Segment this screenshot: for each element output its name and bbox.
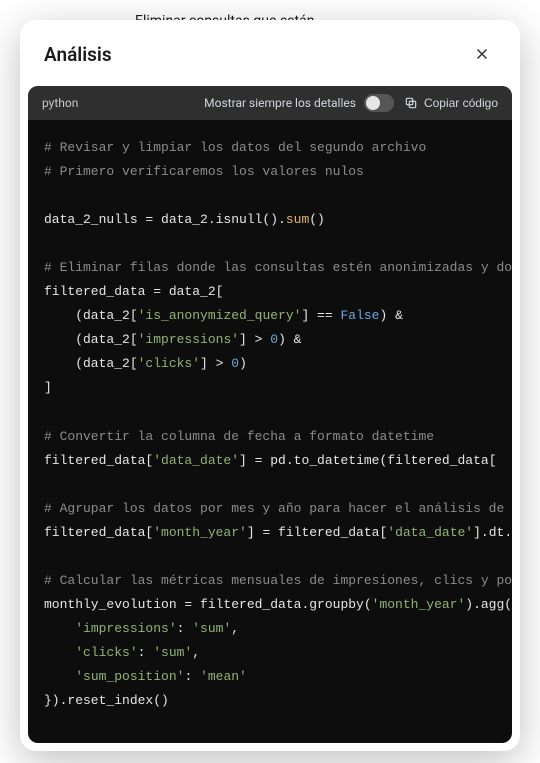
code-string: 'sum': [153, 645, 192, 660]
code-line: ] = pd.to_datetime(filtered_data[: [239, 453, 496, 468]
modal-header: Análisis: [20, 20, 520, 86]
code-const: False: [340, 308, 379, 323]
copy-label: Copiar código: [424, 96, 498, 110]
code-line: ,: [231, 621, 239, 636]
code-line: ) &: [379, 308, 402, 323]
code-line: ]: [44, 380, 52, 395]
code-line: ] >: [239, 332, 270, 347]
code-line: filtered_data[: [44, 525, 153, 540]
code-line: ] >: [200, 356, 231, 371]
code-line: [44, 669, 75, 684]
code-line: [44, 621, 75, 636]
code-string: 'impressions': [75, 621, 176, 636]
code-string: 'data_date': [387, 525, 473, 540]
copy-code-button[interactable]: Copiar código: [404, 96, 498, 110]
code-line: ) &: [278, 332, 301, 347]
code-comment: # Eliminar filas donde las consultas est…: [44, 260, 512, 275]
details-toggle-group: Mostrar siempre los detalles: [204, 94, 394, 112]
code-line: [44, 645, 75, 660]
close-icon: [473, 45, 491, 63]
copy-icon: [404, 96, 418, 110]
code-line: :: [184, 669, 200, 684]
code-line: ] = filtered_data[: [247, 525, 387, 540]
code-line: :: [138, 645, 154, 660]
code-num: 0: [270, 332, 278, 347]
code-comment: # Primero verificaremos los valores nulo…: [44, 164, 364, 179]
code-string: 'clicks': [75, 645, 137, 660]
code-line: data_2_nulls = data_2.isnull().: [44, 212, 286, 227]
code-line: ,: [192, 645, 200, 660]
code-num: 0: [231, 356, 239, 371]
code-string: 'is_anonymized_query': [138, 308, 302, 323]
code-line: filtered_data[: [44, 453, 153, 468]
toggle-knob: [366, 96, 380, 110]
code-comment: # Convertir la columna de fecha a format…: [44, 429, 434, 444]
code-line: (data_2[: [44, 356, 138, 371]
code-line: ].dt.to_period(: [473, 525, 512, 540]
code-line: (): [309, 212, 325, 227]
code-line: :: [177, 621, 193, 636]
code-line: (data_2[: [44, 308, 138, 323]
code-comment: # Calcular las métricas mensuales de imp…: [44, 573, 512, 588]
code-line: (data_2[: [44, 332, 138, 347]
code-builtin: sum: [286, 212, 309, 227]
code-toolbar: python Mostrar siempre los detalles Copi…: [28, 86, 512, 120]
code-comment: # Revisar y limpiar los datos del segund…: [44, 140, 426, 155]
code-string: 'month_year': [372, 597, 466, 612]
modal-title: Análisis: [44, 43, 112, 66]
details-label: Mostrar siempre los detalles: [204, 96, 356, 110]
code-string: 'sum_position': [75, 669, 184, 684]
code-string: 'sum': [192, 621, 231, 636]
code-body[interactable]: # Revisar y limpiar los datos del segund…: [28, 120, 512, 743]
code-line: ): [239, 356, 247, 371]
code-string: 'mean': [200, 669, 247, 684]
code-string: 'month_year': [153, 525, 247, 540]
analysis-modal: Análisis python Mostrar siempre los deta…: [20, 20, 520, 751]
code-string: 'data_date': [153, 453, 239, 468]
code-comment: # Agrupar los datos por mes y año para h…: [44, 501, 512, 516]
code-line: filtered_data = data_2[: [44, 284, 223, 299]
language-label: python: [42, 96, 78, 110]
code-line: ).agg({: [465, 597, 512, 612]
code-string: 'impressions': [138, 332, 239, 347]
code-string: 'clicks': [138, 356, 200, 371]
code-line: ] ==: [301, 308, 340, 323]
close-button[interactable]: [468, 40, 496, 68]
details-toggle[interactable]: [364, 94, 394, 112]
code-line: }).reset_index(): [44, 693, 169, 708]
code-block: python Mostrar siempre los detalles Copi…: [28, 86, 512, 743]
code-line: monthly_evolution = filtered_data.groupb…: [44, 597, 372, 612]
